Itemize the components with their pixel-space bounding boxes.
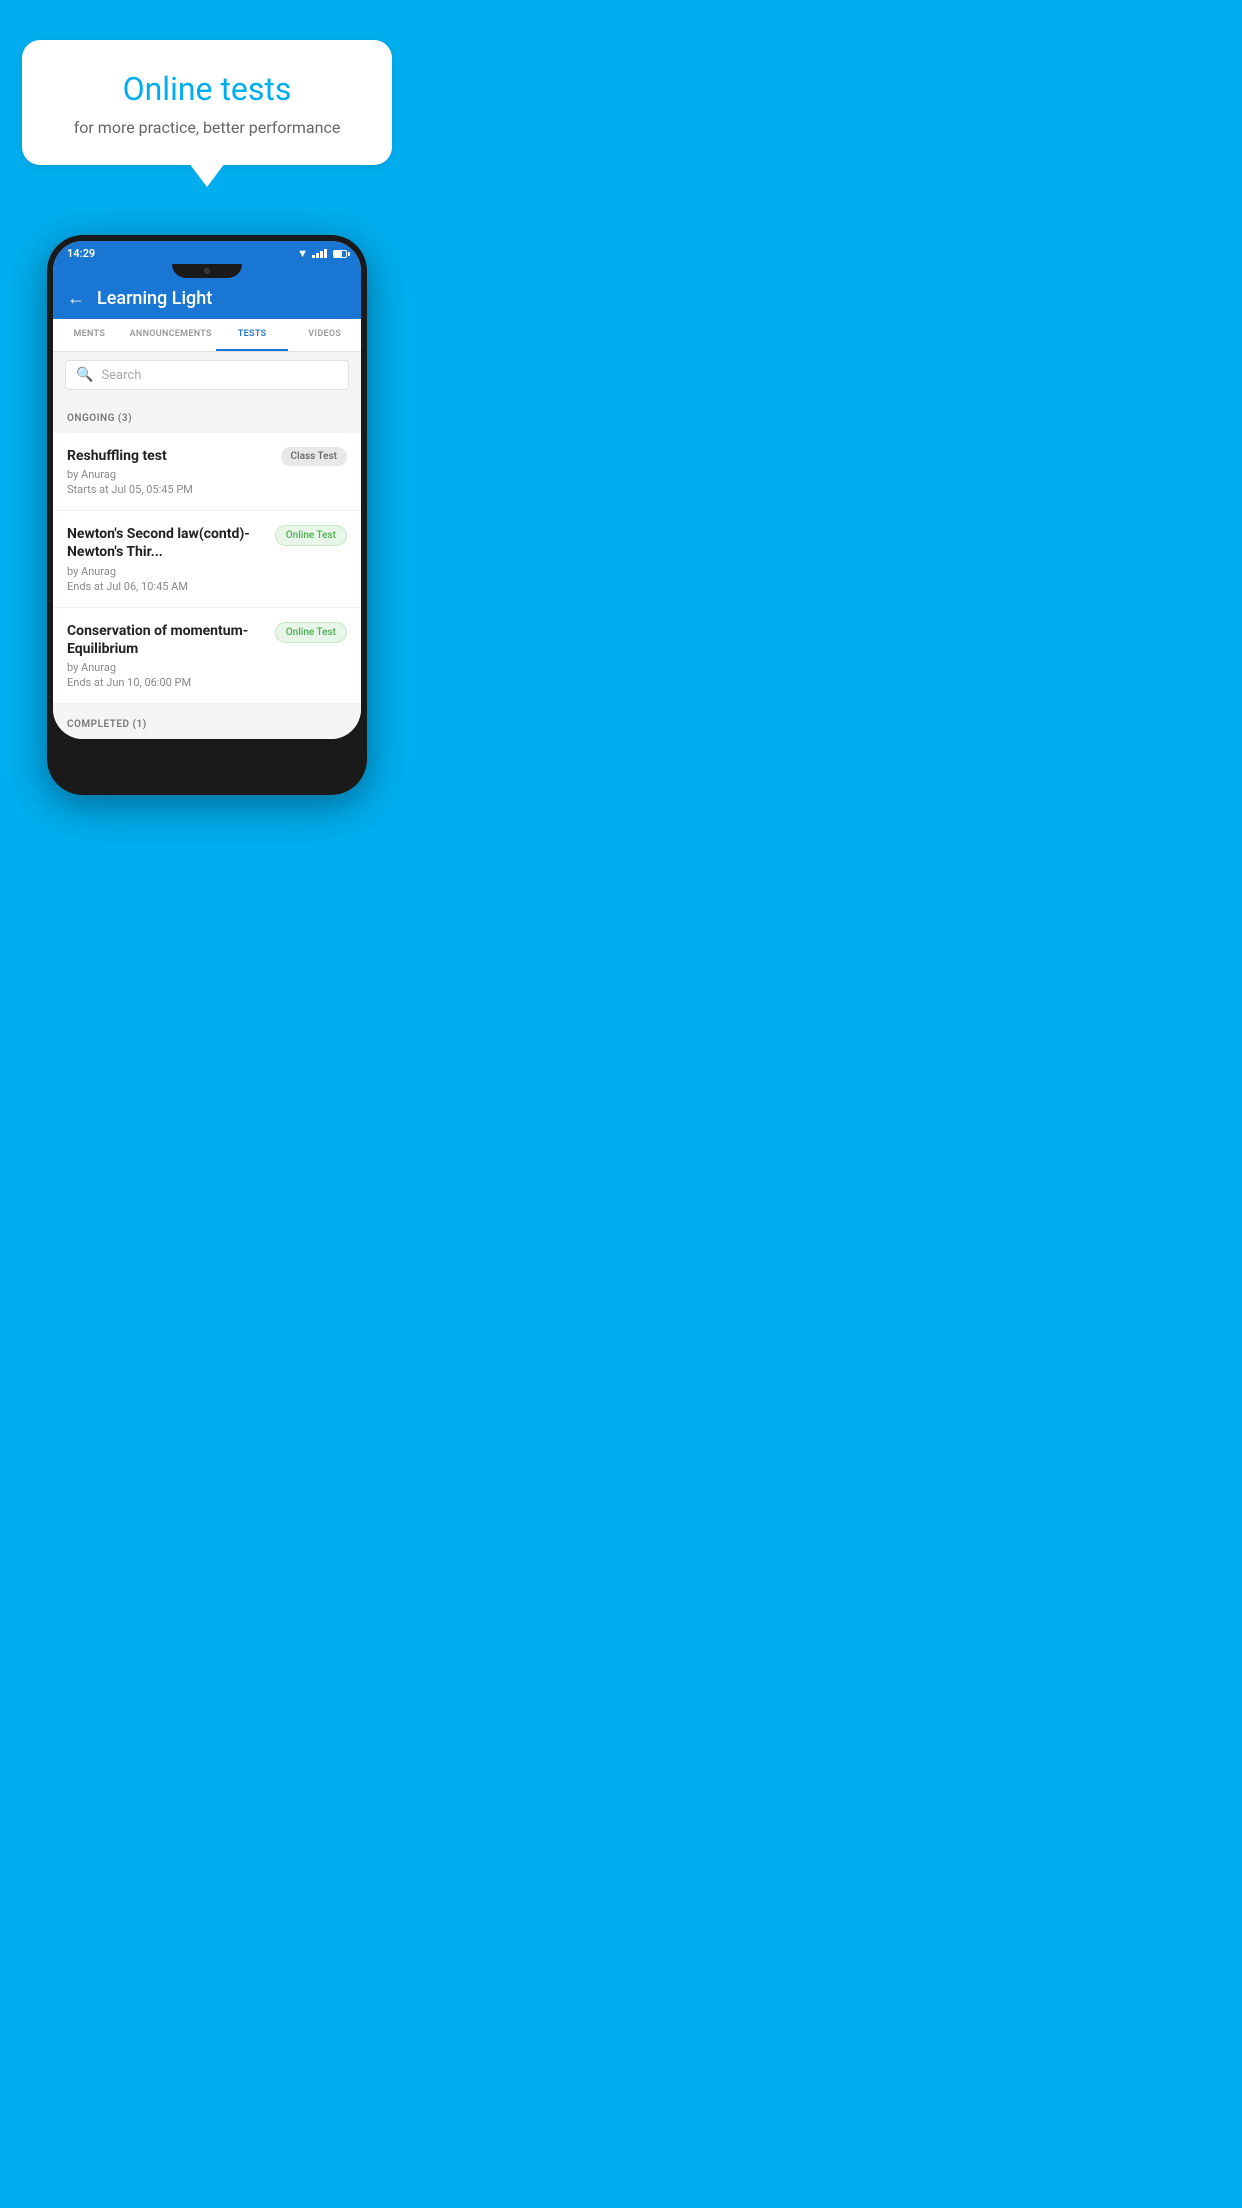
test-info: Conservation of momentum-Equilibrium by … — [67, 622, 265, 689]
ongoing-label: ONGOING (3) — [67, 413, 132, 424]
speech-bubble: Online tests for more practice, better p… — [22, 40, 392, 165]
tab-announcements[interactable]: ANNOUNCEMENTS — [126, 319, 216, 351]
search-input[interactable]: Search — [101, 368, 141, 383]
tab-bar: MENTS ANNOUNCEMENTS TESTS VIDEOS — [53, 319, 361, 352]
test-name: Reshuffling test — [67, 447, 271, 465]
search-icon: 🔍 — [76, 367, 93, 383]
test-author: by Anurag — [67, 468, 271, 481]
tab-videos[interactable]: VIDEOS — [288, 319, 361, 351]
camera-dot — [204, 268, 210, 274]
test-item[interactable]: Newton's Second law(contd)-Newton's Thir… — [53, 511, 361, 607]
phone-wrapper: 14:29 ▼ — [0, 235, 414, 795]
search-bar: 🔍 Search — [53, 352, 361, 398]
test-badge-online: Online Test — [275, 622, 347, 643]
tab-tests[interactable]: TESTS — [216, 319, 289, 351]
bubble-title: Online tests — [52, 70, 362, 108]
signal-icon — [312, 249, 327, 258]
notch — [172, 264, 242, 278]
test-time: Ends at Jul 06, 10:45 AM — [67, 580, 265, 593]
test-time: Starts at Jul 05, 05:45 PM — [67, 483, 271, 496]
tab-ments[interactable]: MENTS — [53, 319, 126, 351]
status-bar: 14:29 ▼ — [53, 241, 361, 264]
test-name: Conservation of momentum-Equilibrium — [67, 622, 265, 658]
test-author: by Anurag — [67, 565, 265, 578]
test-name: Newton's Second law(contd)-Newton's Thir… — [67, 525, 265, 561]
completed-label: COMPLETED (1) — [67, 719, 147, 730]
test-list: Reshuffling test by Anurag Starts at Jul… — [53, 433, 361, 704]
phone-mockup: 14:29 ▼ — [47, 235, 367, 795]
app-header: ← Learning Light — [53, 278, 361, 319]
test-badge-class: Class Test — [281, 447, 347, 466]
search-input-wrapper[interactable]: 🔍 Search — [65, 360, 349, 390]
app-title: Learning Light — [97, 288, 212, 309]
status-icons: ▼ — [297, 247, 347, 260]
notch-area — [53, 264, 361, 278]
test-item[interactable]: Conservation of momentum-Equilibrium by … — [53, 608, 361, 704]
test-info: Reshuffling test by Anurag Starts at Jul… — [67, 447, 271, 496]
test-author: by Anurag — [67, 661, 265, 674]
test-time: Ends at Jun 10, 06:00 PM — [67, 676, 265, 689]
wifi-icon: ▼ — [297, 247, 308, 260]
back-button[interactable]: ← — [67, 288, 85, 309]
promo-area: Online tests for more practice, better p… — [0, 0, 414, 185]
ongoing-section-header: ONGOING (3) — [53, 398, 361, 433]
status-time: 14:29 — [67, 247, 95, 260]
test-item[interactable]: Reshuffling test by Anurag Starts at Jul… — [53, 433, 361, 511]
battery-icon — [333, 250, 347, 258]
test-info: Newton's Second law(contd)-Newton's Thir… — [67, 525, 265, 592]
completed-section-header: COMPLETED (1) — [53, 704, 361, 739]
test-badge-online: Online Test — [275, 525, 347, 546]
bubble-subtitle: for more practice, better performance — [52, 118, 362, 137]
phone-screen: 14:29 ▼ — [53, 241, 361, 739]
